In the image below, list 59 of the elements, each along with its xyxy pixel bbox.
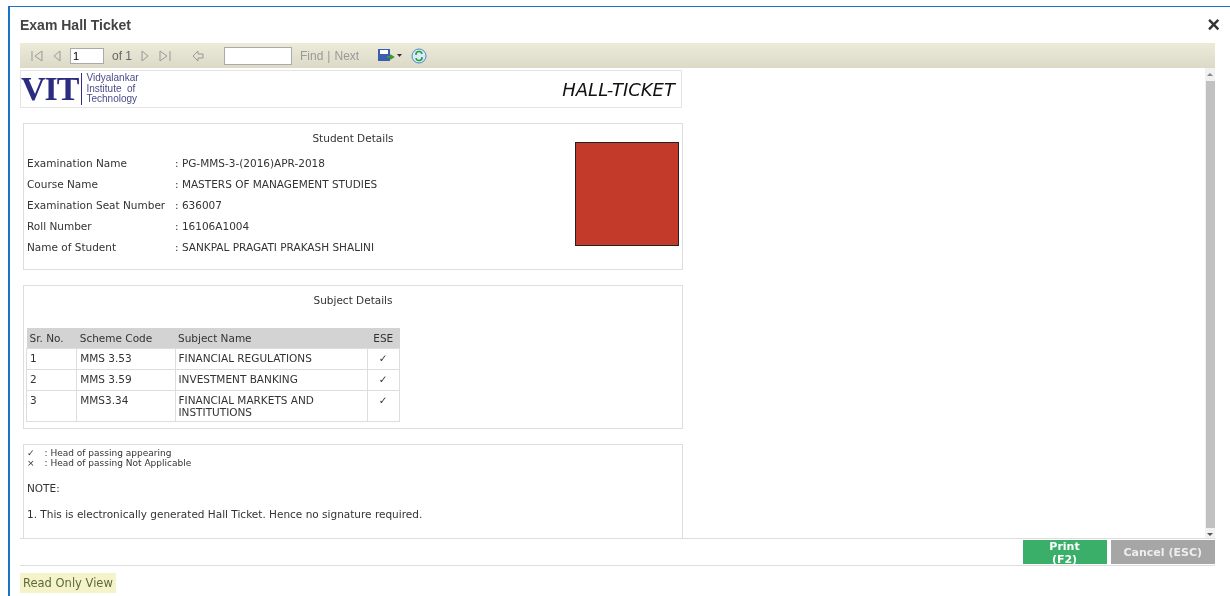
field-value: : 16106A1004	[175, 219, 250, 232]
table-cell: FINANCIAL REGULATIONS	[175, 348, 367, 370]
column-header: ESE	[367, 328, 400, 349]
page-count: of 1	[112, 48, 132, 63]
table-cell: INVESTMENT BANKING	[175, 369, 367, 391]
field-value: : SANKPAL PRAGATI PRAKASH SHALINI	[175, 240, 375, 253]
column-header: Subject Name	[175, 328, 367, 349]
table-cell: 2	[26, 369, 77, 391]
separator: |	[327, 48, 331, 63]
legend-text: : Head of passing Not Applicable	[44, 458, 192, 468]
scroll-up-icon[interactable]	[1206, 71, 1214, 77]
table-cell: 3	[26, 390, 77, 422]
next-link[interactable]: Next	[334, 48, 360, 63]
table-cell: FINANCIAL MARKETS AND INSTITUTIONS	[175, 390, 367, 422]
cancel-button[interactable]: Cancel (ESC)	[1110, 540, 1215, 564]
table-cell: MMS 3.59	[76, 369, 175, 391]
field-label: Name of Student	[27, 240, 118, 253]
field-label: Roll Number	[27, 219, 93, 232]
find-field[interactable]	[224, 46, 292, 65]
save-icon[interactable]	[377, 47, 404, 64]
next-page-icon[interactable]	[140, 49, 150, 62]
section-title: Subject Details	[312, 293, 394, 308]
logo-text: Institute of	[86, 83, 136, 94]
page-number-field[interactable]: 1	[70, 47, 104, 64]
column-header: Scheme Code	[76, 328, 175, 349]
find-link[interactable]: Find	[300, 48, 324, 63]
legend-symbol: ×	[27, 458, 35, 468]
first-page-icon[interactable]	[30, 49, 44, 62]
logo-letters: VIT	[21, 72, 79, 106]
read-only-badge: Read Only View	[20, 573, 116, 593]
legend-symbol: ✓	[27, 448, 35, 458]
field-value: : 636007	[175, 198, 222, 211]
last-page-icon[interactable]	[158, 49, 172, 62]
legend-text: : Head of passing appearing	[44, 448, 172, 458]
table-cell: 1	[26, 348, 77, 370]
report-heading: HALL-TICKET	[562, 78, 675, 100]
table-cell: MMS3.34	[76, 390, 175, 422]
field-label: Examination Name	[27, 156, 128, 169]
field-value: : MASTERS OF MANAGEMENT STUDIES	[175, 177, 378, 190]
previous-page-icon[interactable]	[52, 49, 62, 62]
note-title: NOTE:	[27, 482, 61, 494]
field-label: Course Name	[27, 177, 99, 190]
note-text: 1. This is electronically generated Hall Ticket. Hence no signature required.	[27, 508, 424, 520]
field-label: Examination Seat Number	[27, 198, 167, 211]
section-title: Student Details	[311, 131, 395, 146]
field-value: : PG-MMS-3-(2016)APR-2018	[175, 156, 325, 169]
window-title: Exam Hall Ticket	[20, 17, 132, 33]
logo-text: Technology	[86, 94, 139, 105]
table-cell: MMS 3.53	[76, 348, 175, 370]
table-cell: ✓	[367, 369, 400, 391]
close-button[interactable]: ×	[1207, 14, 1220, 36]
refresh-icon[interactable]	[411, 47, 428, 64]
print-button[interactable]: Print (F2)	[1022, 540, 1107, 564]
scroll-down-icon[interactable]	[1206, 532, 1214, 538]
back-icon[interactable]	[192, 49, 204, 62]
column-header: Sr. No.	[26, 328, 77, 349]
table-cell: ✓	[367, 348, 400, 370]
logo-text: Vidyalankar	[86, 73, 139, 84]
table-cell: ✓	[367, 390, 400, 422]
